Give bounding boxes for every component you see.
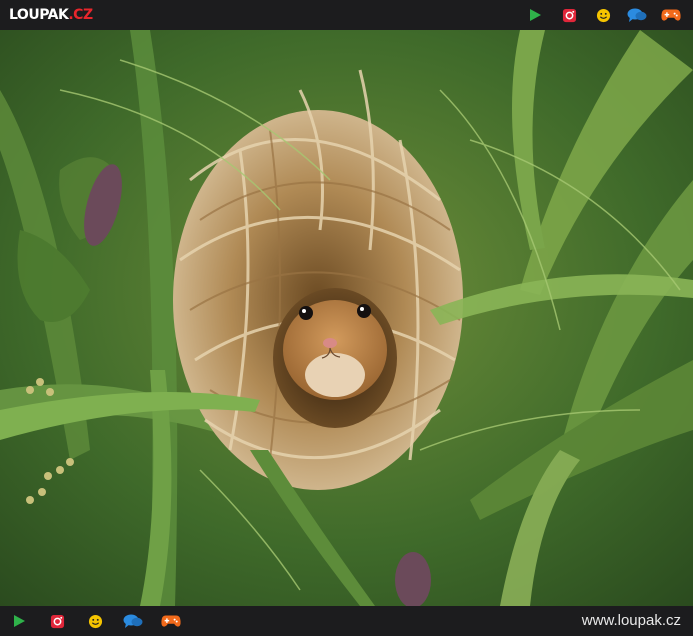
play-icon[interactable] [525, 5, 545, 25]
site-url-link[interactable]: www.loupak.cz [582, 612, 681, 629]
site-logo[interactable]: LOUPAK .CZ [9, 5, 93, 25]
smiley-icon[interactable] [593, 5, 613, 25]
top-bar: LOUPAK .CZ [0, 0, 693, 30]
gamepad-icon[interactable] [661, 5, 681, 25]
top-icon-group [525, 0, 681, 30]
gamepad-icon[interactable] [161, 611, 181, 631]
chat-icon[interactable] [627, 5, 647, 25]
logo-tld: .CZ [68, 7, 93, 23]
instagram-icon[interactable] [559, 5, 579, 25]
chat-icon[interactable] [123, 611, 143, 631]
play-icon[interactable] [9, 611, 29, 631]
bottom-icon-group [9, 606, 181, 636]
smiley-icon[interactable] [85, 611, 105, 631]
logo-main: LOUPAK [9, 7, 69, 23]
bottom-bar: www.loupak.cz [0, 606, 693, 636]
instagram-icon[interactable] [47, 611, 67, 631]
main-photo [0, 30, 693, 606]
mouse-nest-image [0, 30, 693, 606]
